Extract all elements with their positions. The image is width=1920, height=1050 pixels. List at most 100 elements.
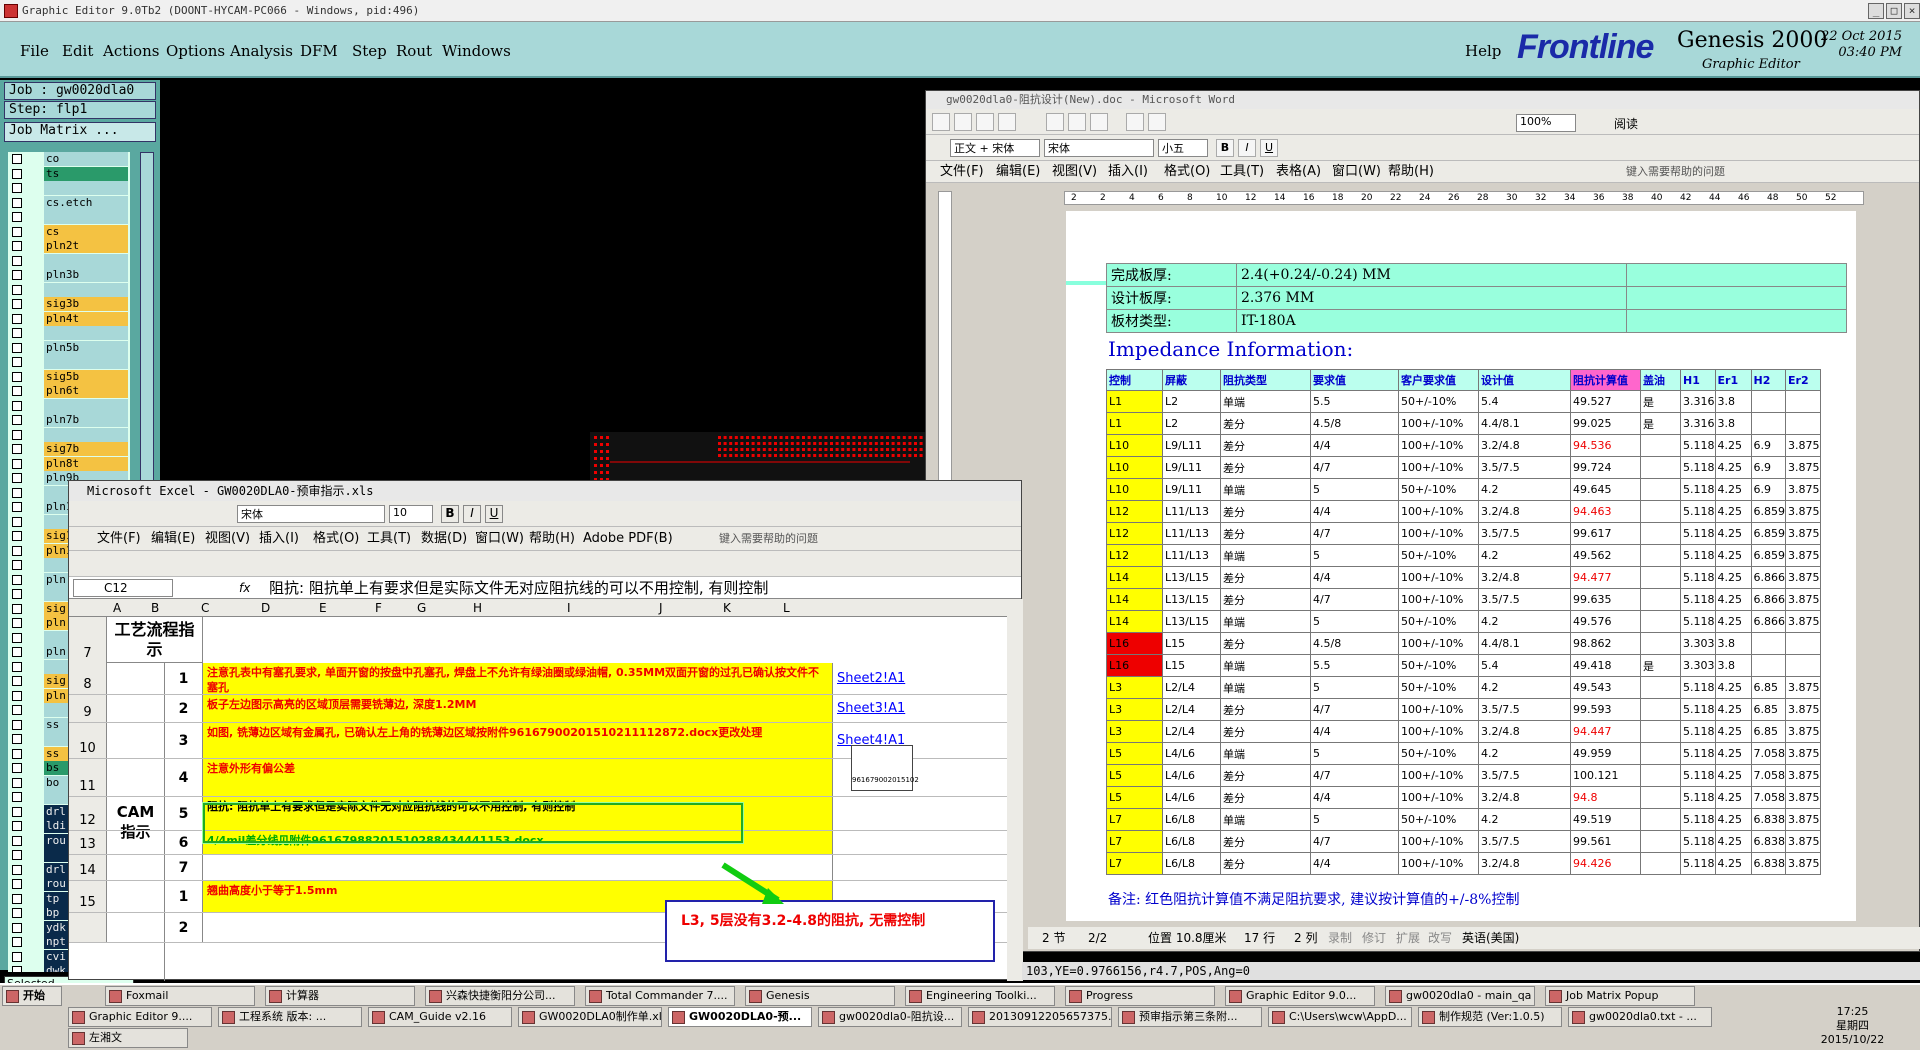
column-header[interactable]: D xyxy=(261,601,270,615)
layer-row[interactable] xyxy=(8,282,130,298)
layer-checkbox[interactable] xyxy=(12,241,22,251)
layer-checkbox[interactable] xyxy=(12,168,22,179)
column-header[interactable]: H xyxy=(473,601,482,615)
layer-name[interactable] xyxy=(44,181,128,195)
column-header[interactable]: C xyxy=(201,601,209,615)
cut-icon[interactable] xyxy=(1046,113,1064,131)
layer-checkbox[interactable] xyxy=(12,792,22,802)
bold-icon[interactable]: B xyxy=(1216,139,1234,157)
layer-checkbox[interactable] xyxy=(12,270,22,280)
excel-menu-item[interactable]: 窗口(W) xyxy=(475,527,524,551)
menu-file[interactable]: File xyxy=(20,42,49,60)
layer-row[interactable]: pln3b xyxy=(8,268,130,283)
excel-menu-item[interactable]: 数据(D) xyxy=(421,527,467,551)
menu-edit[interactable]: Edit xyxy=(62,42,93,60)
maximize-button[interactable]: □ xyxy=(1886,3,1902,19)
column-header[interactable]: I xyxy=(567,601,571,615)
taskbar-button[interactable]: 兴森快捷衡阳分公司... xyxy=(425,986,575,1006)
layer-checkbox[interactable] xyxy=(12,589,22,599)
close-button[interactable]: × xyxy=(1904,3,1920,19)
taskbar-button[interactable]: Total Commander 7.... xyxy=(585,986,735,1006)
taskbar-button[interactable]: gw0020dla0.txt - ... xyxy=(1568,1007,1712,1027)
taskbar-button[interactable]: Job Matrix Popup xyxy=(1545,986,1695,1006)
excel-menu-item[interactable]: 插入(I) xyxy=(259,527,299,551)
layer-name[interactable]: sig3b xyxy=(44,297,128,311)
layer-row[interactable]: sig7b xyxy=(8,442,130,457)
layer-checkbox[interactable] xyxy=(12,154,22,164)
menu-help[interactable]: Help xyxy=(1465,42,1501,60)
formula-text[interactable]: 阻抗: 阻抗单上有要求但是实际文件无对应阻抗线的可以不用控制, 有则控制 xyxy=(269,577,768,599)
layer-checkbox[interactable] xyxy=(12,400,22,411)
menu-rout[interactable]: Rout xyxy=(396,42,432,60)
word-menu-item[interactable]: 帮助(H) xyxy=(1388,161,1434,183)
menu-actions[interactable]: Actions xyxy=(103,42,159,60)
layer-checkbox[interactable] xyxy=(12,647,22,657)
layer-name[interactable]: ts xyxy=(44,166,128,181)
layer-checkbox[interactable] xyxy=(12,531,22,541)
layer-row[interactable]: cs.etch xyxy=(8,195,130,211)
layer-checkbox[interactable] xyxy=(12,473,22,483)
row-number[interactable]: 14 xyxy=(69,855,107,880)
layer-name[interactable]: cs.etch xyxy=(44,195,128,210)
taskbar-button[interactable]: gw0020dla0-阻抗设... xyxy=(818,1007,962,1027)
layer-checkbox[interactable] xyxy=(12,487,22,498)
layer-checkbox[interactable] xyxy=(12,908,22,918)
row-number[interactable]: 11 xyxy=(69,759,107,796)
graphic-canvas[interactable] xyxy=(160,80,930,552)
layer-name[interactable]: pln4t xyxy=(44,311,128,326)
layer-checkbox[interactable] xyxy=(12,212,22,222)
layer-name[interactable] xyxy=(44,355,128,369)
layer-row[interactable]: co xyxy=(8,152,130,167)
column-header[interactable]: L xyxy=(783,601,790,615)
layer-row[interactable] xyxy=(8,181,130,196)
taskbar-button[interactable]: 预审指示第三条附... xyxy=(1118,1007,1262,1027)
layer-name[interactable]: cs xyxy=(44,224,128,239)
layer-checkbox[interactable] xyxy=(12,255,22,266)
layer-checkbox[interactable] xyxy=(12,835,22,846)
layer-name[interactable]: pln8t xyxy=(44,456,128,471)
save-icon[interactable] xyxy=(976,113,994,131)
layer-checkbox[interactable] xyxy=(12,197,22,208)
layer-name[interactable]: sig5b xyxy=(44,369,128,384)
layer-checkbox[interactable] xyxy=(12,371,22,382)
size-select[interactable]: 小五 xyxy=(1158,139,1208,157)
word-menu-item[interactable]: 视图(V) xyxy=(1052,161,1097,183)
layer-name[interactable] xyxy=(44,282,128,297)
layer-name[interactable] xyxy=(44,398,128,413)
layer-row[interactable]: pln6t xyxy=(8,384,130,399)
layer-name[interactable] xyxy=(44,427,128,442)
row-number[interactable]: 10 xyxy=(69,723,107,758)
taskbar-button[interactable]: GW0020DLA0制作单.xls xyxy=(518,1007,662,1027)
column-header[interactable]: B xyxy=(151,601,159,615)
taskbar-button[interactable]: Genesis xyxy=(745,986,895,1006)
layer-checkbox[interactable] xyxy=(12,777,22,788)
layer-checkbox[interactable] xyxy=(12,734,22,744)
instruction-cell[interactable]: 板子左边图示高亮的区域顶层需要铣薄边, 深度1.2MM xyxy=(203,695,833,722)
layer-checkbox[interactable] xyxy=(12,458,22,469)
taskbar-button[interactable]: 制作规范 (Ver:1.0.5) xyxy=(1418,1007,1562,1027)
layer-checkbox[interactable] xyxy=(12,574,22,585)
layer-checkbox[interactable] xyxy=(12,429,22,440)
layer-checkbox[interactable] xyxy=(12,821,22,831)
layer-name[interactable] xyxy=(44,326,128,340)
excel-help-box[interactable]: 键入需要帮助的问题 xyxy=(719,527,818,551)
layer-checkbox[interactable] xyxy=(12,284,22,295)
layer-checkbox[interactable] xyxy=(12,183,22,193)
italic-icon[interactable]: I xyxy=(1238,139,1256,157)
excel-menu-item[interactable]: 帮助(H) xyxy=(529,527,575,551)
sheet-link[interactable]: Sheet2!A1 xyxy=(835,663,923,694)
taskbar-button[interactable]: C:\Users\wcw\AppD... xyxy=(1268,1007,1412,1027)
word-help-box[interactable]: 键入需要帮助的问题 xyxy=(1626,161,1725,183)
layer-checkbox[interactable] xyxy=(12,850,22,860)
menu-dfm[interactable]: DFM xyxy=(300,42,338,60)
read-button[interactable]: 阅读 xyxy=(1614,115,1638,132)
menu-analysis[interactable]: Analysis xyxy=(230,42,293,60)
layer-checkbox[interactable] xyxy=(12,893,22,904)
layer-checkbox[interactable] xyxy=(12,719,22,730)
layer-checkbox[interactable] xyxy=(12,632,22,643)
sheet-link[interactable] xyxy=(835,831,923,854)
column-header[interactable]: J xyxy=(659,601,663,615)
layer-checkbox[interactable] xyxy=(12,864,22,875)
layer-row[interactable]: sig3b xyxy=(8,297,130,312)
excel-underline-icon[interactable]: U xyxy=(485,505,503,523)
